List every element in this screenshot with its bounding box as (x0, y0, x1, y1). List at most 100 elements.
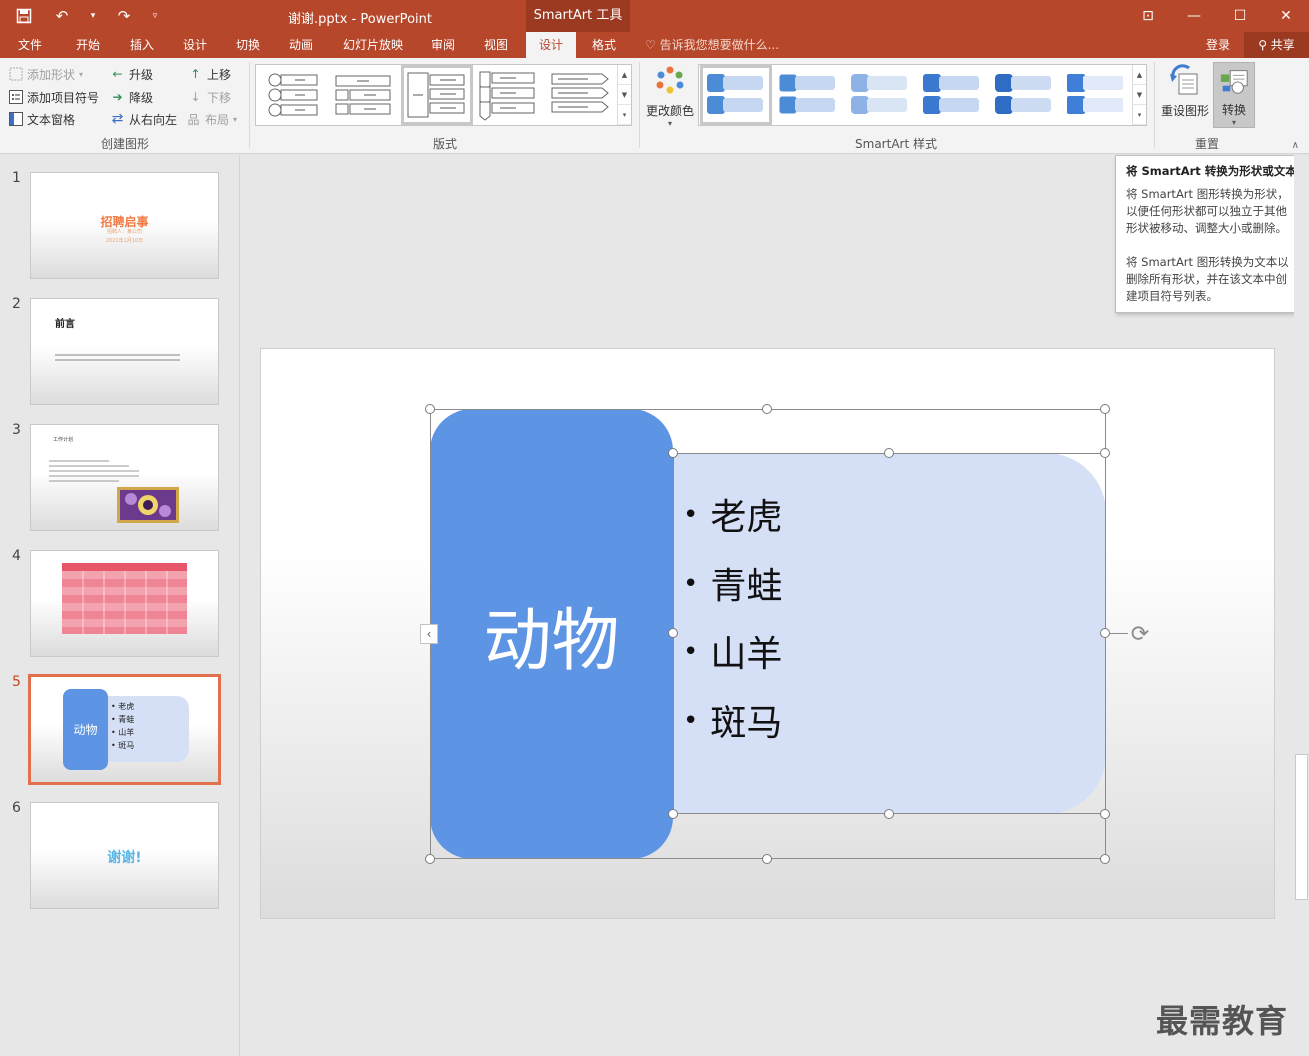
thumb-text-lines (55, 354, 180, 361)
resize-handle[interactable] (668, 448, 678, 458)
redo-icon[interactable]: ↷ (110, 5, 138, 27)
gallery-more-icon[interactable]: ▾ (618, 105, 631, 125)
move-down-button[interactable]: ↓ 下移 (188, 87, 231, 107)
tab-slideshow[interactable]: 幻灯片放映 (335, 32, 411, 58)
text-pane-icon (8, 112, 23, 127)
slide-number: 1 (12, 170, 21, 186)
scroll-up-icon[interactable]: ▲ (618, 65, 631, 85)
layouts-group-label: 版式 (432, 137, 457, 151)
tab-insert[interactable]: 插入 (120, 32, 164, 58)
undo-icon[interactable]: ↶ (48, 5, 76, 27)
style-option[interactable] (919, 68, 985, 122)
ribbon-display-options-icon[interactable]: ⊡ (1125, 0, 1171, 32)
resize-handle[interactable] (884, 448, 894, 458)
tab-view[interactable]: 视图 (474, 32, 518, 58)
smartart-bullet-list[interactable]: 老虎 青蛙 山羊 斑马 (683, 484, 782, 758)
move-up-button[interactable]: ↑ 上移 (188, 64, 231, 84)
text-pane-button[interactable]: 文本窗格 (8, 109, 75, 129)
resize-handle[interactable] (425, 404, 435, 414)
layout-option[interactable] (261, 68, 327, 122)
tab-design[interactable]: 设计 (173, 32, 217, 58)
close-icon[interactable]: ✕ (1263, 0, 1309, 32)
style-option[interactable] (1063, 68, 1129, 122)
layout-option[interactable] (476, 68, 542, 122)
style-option[interactable] (991, 68, 1057, 122)
resize-handle[interactable] (668, 809, 678, 819)
slide-number: 4 (12, 548, 21, 564)
tab-smartart-design[interactable]: 设计 (526, 32, 576, 58)
text-pane-toggle-icon[interactable]: ‹ (420, 624, 438, 644)
slide-thumbnail-2[interactable]: 前言 (30, 298, 219, 405)
reset-graphic-button[interactable]: 重设图形 (1158, 62, 1212, 128)
add-bullet-button[interactable]: 添加项目符号 (8, 87, 99, 107)
layout-option[interactable] (548, 68, 614, 122)
share-button[interactable]: ⚲ 共享 (1244, 32, 1309, 58)
tab-review[interactable]: 审阅 (421, 32, 465, 58)
resize-handle[interactable] (762, 854, 772, 864)
scroll-down-icon[interactable]: ▼ (618, 85, 631, 105)
change-colors-label: 更改颜色 (645, 104, 694, 118)
add-shape-button[interactable]: 添加形状 ▾ (8, 64, 83, 84)
demote-button[interactable]: ➔ 降级 (110, 87, 153, 107)
tab-animations[interactable]: 动画 (279, 32, 323, 58)
tooltip-paragraph: 将 SmartArt 图形转换为形状，以便任何形状都可以独立于其他形状被移动、调… (1126, 187, 1289, 235)
scroll-up-icon[interactable]: ▲ (1133, 65, 1146, 85)
thumb-table (62, 563, 187, 634)
resize-handle[interactable] (1100, 628, 1110, 638)
scrollbar-thumb[interactable] (1295, 754, 1308, 900)
arrow-up-icon: ↑ (190, 67, 201, 81)
add-shape-label: 添加形状 (27, 67, 76, 82)
undo-dropdown-icon[interactable]: ▾ (86, 5, 100, 27)
tab-file[interactable]: 文件 (8, 32, 52, 58)
tab-transitions[interactable]: 切换 (226, 32, 270, 58)
slide-thumbnail-4[interactable] (30, 550, 219, 657)
bullet-item[interactable]: 老虎 (683, 484, 782, 553)
chevron-down-icon: ▾ (233, 114, 238, 124)
resize-handle[interactable] (1100, 809, 1110, 819)
resize-handle[interactable] (1100, 404, 1110, 414)
slide-thumbnail-5[interactable]: 动物 • 老虎 • 青蛙 • 山羊 • 斑马 (28, 674, 221, 785)
style-option-selected[interactable] (700, 65, 772, 125)
vertical-scrollbar[interactable] (1294, 155, 1309, 1056)
layout-option-selected[interactable] (401, 65, 473, 125)
resize-handle[interactable] (1100, 448, 1110, 458)
rotate-icon[interactable]: ⟳ (1127, 622, 1153, 648)
slide-thumbnail-3[interactable]: 工作计划 (30, 424, 219, 531)
promote-button[interactable]: ← 升级 (110, 64, 153, 84)
customize-qat-icon[interactable]: ▿ (148, 5, 162, 27)
style-option[interactable] (847, 68, 913, 122)
right-to-left-button[interactable]: ⇄ 从右向左 (110, 109, 177, 129)
resize-handle[interactable] (425, 854, 435, 864)
slide-thumbnail-6[interactable]: 谢谢! (30, 802, 219, 909)
resize-handle[interactable] (762, 404, 772, 414)
scroll-down-icon[interactable]: ▼ (1133, 85, 1146, 105)
tell-me-text: 告诉我您想要做什么... (659, 38, 780, 52)
create-graphic-group-label: 创建图形 (100, 137, 149, 151)
save-icon[interactable] (10, 5, 38, 27)
bullet-item[interactable]: 青蛙 (683, 553, 782, 622)
text-pane-label: 文本窗格 (27, 112, 76, 127)
resize-handle[interactable] (884, 809, 894, 819)
style-option[interactable] (775, 68, 841, 122)
sign-in-link[interactable]: 登录 (1206, 32, 1230, 58)
bullet-item[interactable]: 斑马 (683, 690, 782, 759)
thumb-subtitle: 招聘人：某公司 (106, 229, 142, 235)
layout-button[interactable]: 品 布局 ▾ (186, 109, 237, 129)
bullet-item[interactable]: 山羊 (683, 621, 782, 690)
tell-me-search[interactable]: ♡ 告诉我您想要做什么... (645, 32, 779, 58)
collapse-ribbon-icon[interactable]: ∧ (1292, 140, 1299, 151)
layout-option[interactable] (332, 68, 398, 122)
resize-handle[interactable] (668, 628, 678, 638)
slide-thumbnail-1[interactable]: 招聘启事 招聘人：某公司 2021年1月10日 (30, 172, 219, 279)
slide-number: 2 (12, 296, 21, 312)
convert-button[interactable]: 转换 ▾ (1213, 62, 1255, 128)
tab-smartart-format[interactable]: 格式 (582, 32, 626, 58)
change-colors-button[interactable]: 更改颜色 ▾ (644, 62, 696, 128)
minimize-icon[interactable]: — (1171, 0, 1217, 32)
tab-home[interactable]: 开始 (66, 32, 110, 58)
maximize-icon[interactable]: ☐ (1217, 0, 1263, 32)
thumb-bullet-item: • 老虎 (111, 702, 135, 711)
group-separator (639, 62, 640, 148)
gallery-more-icon[interactable]: ▾ (1133, 105, 1146, 125)
resize-handle[interactable] (1100, 854, 1110, 864)
